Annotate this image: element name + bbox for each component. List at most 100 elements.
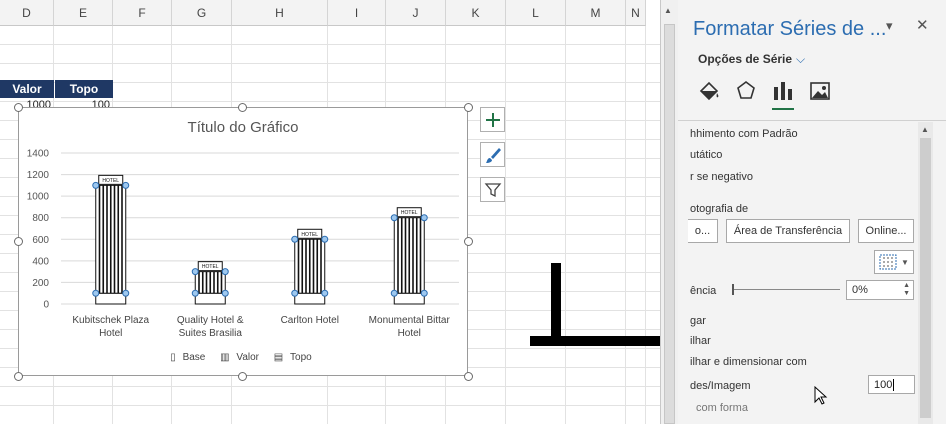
tab-picture[interactable] (807, 78, 833, 104)
scroll-up-icon[interactable]: ▲ (664, 6, 672, 15)
legend-valor: ▥ Valor (220, 352, 259, 363)
column-header-n[interactable]: N (626, 0, 646, 26)
column-header-m[interactable]: M (566, 0, 626, 26)
chevron-down-icon: ⌵ (796, 52, 806, 66)
tab-effects[interactable] (733, 78, 759, 104)
brush-icon (485, 147, 501, 163)
selection-marker (92, 289, 100, 297)
x-tick-label: Hotel (99, 328, 122, 339)
selection-marker (92, 181, 100, 189)
selection-marker (122, 181, 130, 189)
hotel-sign-label: HOTEL (301, 232, 318, 238)
gridline-v (565, 26, 566, 424)
y-tick-label: 1200 (27, 170, 50, 181)
column-header-e[interactable]: E (54, 0, 113, 26)
option-with-shape[interactable]: com forma (696, 402, 748, 414)
option-stack[interactable]: ilhar (690, 335, 711, 347)
transparency-slider-handle[interactable] (732, 284, 734, 295)
hotel-sign-label: HOTEL (401, 210, 418, 216)
series-options-icon (774, 82, 792, 100)
bar-base (194, 292, 226, 305)
picture-icon (810, 82, 830, 100)
x-tick-label: Quality Hotel & (177, 315, 244, 326)
clipboard-button[interactable]: Área de Transferência (726, 219, 850, 243)
legend-base: ▯ Base (170, 352, 206, 363)
column-header-f[interactable]: F (113, 0, 172, 26)
option-pattern-fill[interactable]: hhimento com Padrão (690, 128, 798, 140)
sheet-scroll-thumb[interactable] (664, 24, 675, 424)
x-tick-label: Carlton Hotel (281, 315, 339, 326)
bar-base (95, 292, 127, 305)
units-per-picture-input[interactable]: 100 (868, 375, 915, 394)
column-header-g[interactable]: G (172, 0, 232, 26)
chart-legend[interactable]: ▯ Base ▥ Valor ▤ Topo (19, 352, 467, 363)
resize-handle-bl[interactable] (14, 372, 23, 381)
resize-handle-mr[interactable] (464, 237, 473, 246)
pane-scroll-thumb[interactable] (920, 138, 931, 418)
pattern-icon (879, 254, 897, 270)
transparency-input[interactable]: 0% ▲ ▼ (846, 280, 914, 300)
selection-marker (291, 289, 299, 297)
resize-handle-tl[interactable] (14, 103, 23, 112)
selection-marker (221, 289, 229, 297)
chart-plot[interactable]: 0 200 400 600 800 1000 1200 1400 HOTEL Kubitschek… (19, 108, 469, 377)
y-tick-label: 1400 (27, 149, 50, 160)
tab-series-options[interactable] (770, 78, 796, 110)
worksheet[interactable]: DEFGHIJKLMN Valor Topo 1000 100 Título d… (0, 0, 660, 424)
y-tick-label: 0 (43, 300, 49, 311)
resize-handle-tr[interactable] (464, 103, 473, 112)
column-header-i[interactable]: I (328, 0, 386, 26)
sheet-vertical-scrollbar[interactable]: ▲ (660, 0, 678, 424)
pattern-picker-button[interactable]: ▼ (874, 250, 914, 274)
resize-handle-ml[interactable] (14, 237, 23, 246)
column-header-h[interactable]: H (232, 0, 328, 26)
chart-styles-button[interactable] (480, 142, 505, 167)
units-per-picture-label: des/Imagem (690, 380, 751, 392)
effects-icon (737, 81, 755, 99)
plus-icon (485, 112, 500, 127)
selection-marker (221, 268, 229, 276)
option-stretch[interactable]: gar (690, 315, 706, 327)
chart-filters-button[interactable] (480, 177, 505, 202)
mouse-cursor-icon (814, 386, 828, 405)
column-header-d[interactable]: D (0, 0, 54, 26)
option-stack-and-scale[interactable]: ilhar e dimensionar com (690, 356, 807, 368)
black-shape-vertical[interactable] (551, 263, 561, 341)
column-header-l[interactable]: L (506, 0, 566, 26)
x-tick-label: Monumental Bittar (369, 315, 451, 326)
selection-marker (122, 289, 130, 297)
resize-handle-tm[interactable] (238, 103, 247, 112)
insert-picture-button[interactable]: o... (688, 219, 718, 243)
table-header-topo[interactable]: Topo (55, 80, 113, 98)
gridline-h (0, 405, 660, 406)
resize-handle-bm[interactable] (238, 372, 247, 381)
legend-topo: ▤ Topo (273, 352, 312, 363)
hotel-sign-label: HOTEL (202, 264, 219, 270)
option-invert-negative[interactable]: r se negativo (690, 171, 753, 183)
close-icon[interactable]: ✕ (916, 16, 929, 34)
selection-marker (420, 214, 428, 222)
dropdown-icon[interactable]: ▾ (886, 18, 893, 34)
tab-fill-line[interactable] (696, 78, 722, 104)
format-series-pane: Formatar Séries de ... ▾ ✕ Opções de Sér… (678, 0, 946, 424)
selection-marker (390, 289, 398, 297)
selection-marker (420, 289, 428, 297)
option-automatic[interactable]: utático (690, 149, 722, 161)
column-header-j[interactable]: J (386, 0, 446, 26)
gridline-v (625, 26, 626, 424)
chart-elements-button[interactable] (480, 107, 505, 132)
resize-handle-br[interactable] (464, 372, 473, 381)
transparency-slider[interactable] (734, 289, 840, 290)
spinner-icon[interactable]: ▲ ▼ (903, 282, 910, 298)
pane-scrollbar[interactable]: ▲ (918, 122, 933, 424)
pane-separator (678, 120, 946, 121)
pane-title: Formatar Séries de ... (693, 18, 887, 40)
selection-marker (191, 289, 199, 297)
online-button[interactable]: Online... (858, 219, 914, 243)
scroll-up-icon[interactable]: ▲ (921, 125, 929, 134)
black-shape-horizontal[interactable] (530, 336, 660, 346)
table-header-valor[interactable]: Valor (0, 80, 54, 98)
column-header-k[interactable]: K (446, 0, 506, 26)
chart-area[interactable]: Título do Gráfico 0 200 400 600 800 1000 1200 1… (18, 107, 468, 376)
series-options-dropdown[interactable]: Opções de Série ⌵ (698, 52, 805, 67)
